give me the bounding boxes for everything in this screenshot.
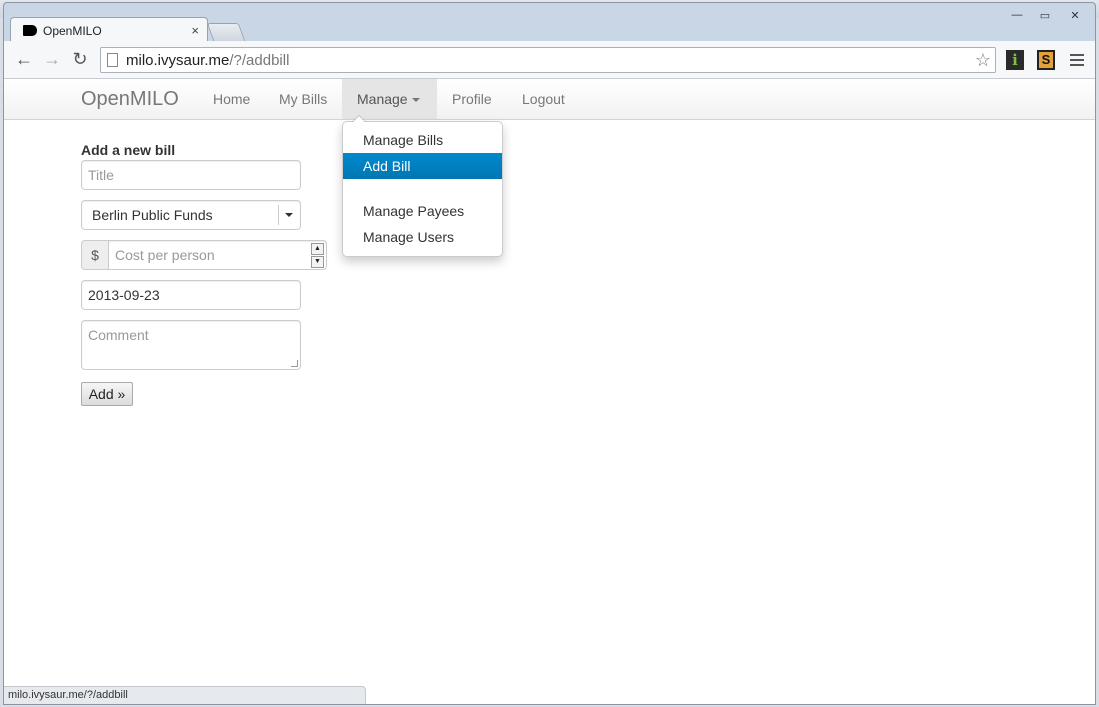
menu-divider: [344, 188, 501, 189]
new-tab-button[interactable]: [206, 23, 246, 41]
site-navbar: OpenMILO Home My Bills Manage Profile Lo…: [4, 79, 1095, 120]
window-maximize-icon[interactable]: ▭: [1032, 9, 1058, 22]
cost-input[interactable]: Cost per person ▲ ▼: [108, 240, 327, 270]
status-bar: milo.ivysaur.me/?/addbill: [4, 686, 366, 704]
spin-up-icon[interactable]: ▲: [311, 243, 324, 255]
currency-addon: $: [81, 240, 109, 270]
brand-link[interactable]: OpenMILO: [81, 88, 179, 111]
page-viewport: OpenMILO Home My Bills Manage Profile Lo…: [4, 79, 1095, 704]
chevron-down-icon[interactable]: [278, 205, 300, 225]
cost-input-group: $ Cost per person ▲ ▼: [81, 240, 327, 270]
resize-grip-icon[interactable]: [291, 360, 298, 367]
forward-arrow-icon[interactable]: →: [38, 49, 66, 70]
window-minimize-icon[interactable]: —: [1004, 9, 1030, 21]
menu-item-manage-bills[interactable]: Manage Bills: [343, 127, 502, 153]
info-extension-icon[interactable]: i: [1006, 50, 1024, 70]
manage-dropdown-menu: Manage Bills Add Bill Manage Payees Mana…: [342, 115, 503, 257]
back-arrow-icon[interactable]: ←: [10, 49, 38, 70]
comment-placeholder: Comment: [88, 327, 149, 343]
title-placeholder: Title: [88, 167, 114, 183]
add-bill-form: Add a new bill Title Berlin Public Funds…: [81, 142, 327, 406]
menu-item-add-bill[interactable]: Add Bill: [343, 153, 502, 179]
page-icon: [107, 53, 118, 67]
cost-placeholder: Cost per person: [115, 247, 215, 263]
spin-down-icon[interactable]: ▼: [311, 256, 324, 268]
sync-extension-icon[interactable]: S: [1037, 50, 1055, 70]
window-close-icon[interactable]: ✕: [1062, 9, 1088, 22]
browser-window: OpenMILO × — ▭ ✕ ← → ↻ milo.ivysaur.me/?…: [3, 2, 1096, 705]
nav-logout[interactable]: Logout: [507, 79, 580, 119]
menu-icon[interactable]: [1070, 51, 1084, 69]
menu-item-manage-users[interactable]: Manage Users: [343, 224, 502, 250]
menu-item-manage-payees[interactable]: Manage Payees: [343, 198, 502, 224]
title-bar: OpenMILO × — ▭ ✕: [4, 3, 1095, 43]
nav-my-bills[interactable]: My Bills: [264, 79, 342, 119]
browser-tab[interactable]: OpenMILO ×: [10, 17, 208, 43]
star-icon[interactable]: ☆: [975, 50, 991, 71]
tab-title: OpenMILO: [43, 23, 102, 38]
add-button[interactable]: Add »: [81, 382, 133, 406]
nav-manage-label: Manage: [357, 91, 408, 107]
nav-profile[interactable]: Profile: [437, 79, 507, 119]
date-input[interactable]: 2013-09-23: [81, 280, 301, 310]
reload-icon[interactable]: ↻: [66, 49, 94, 70]
tab-close-icon[interactable]: ×: [191, 23, 199, 38]
nav-manage[interactable]: Manage: [342, 79, 437, 119]
url-host: milo.ivysaur.me: [126, 51, 230, 69]
url-path: /?/addbill: [229, 51, 290, 69]
comment-textarea[interactable]: Comment: [81, 320, 301, 370]
favicon-icon: [23, 25, 37, 36]
caret-down-icon: [411, 98, 420, 103]
browser-toolbar: ← → ↻ milo.ivysaur.me/?/addbill ☆ i S: [4, 41, 1095, 79]
url-text: milo.ivysaur.me/?/addbill: [126, 52, 289, 69]
payee-select[interactable]: Berlin Public Funds: [81, 200, 301, 230]
form-legend: Add a new bill: [81, 142, 176, 158]
payee-selected-value: Berlin Public Funds: [92, 207, 213, 223]
address-bar[interactable]: milo.ivysaur.me/?/addbill ☆: [100, 47, 996, 73]
title-input[interactable]: Title: [81, 160, 301, 190]
nav-home[interactable]: Home: [198, 79, 265, 119]
